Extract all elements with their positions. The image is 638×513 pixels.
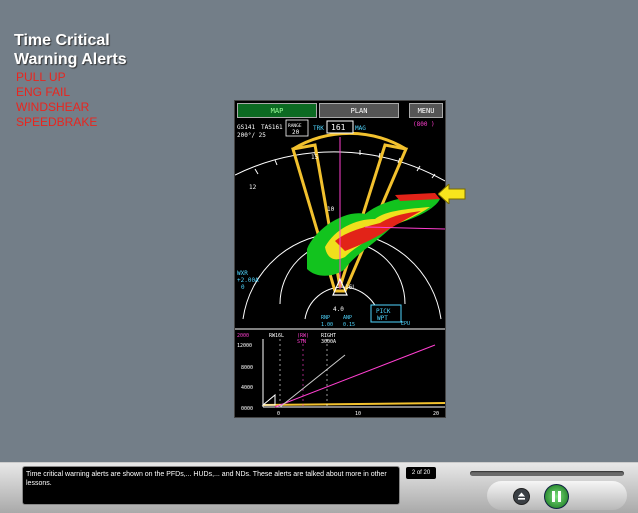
gs-readout: GS141 <box>237 124 255 131</box>
vertical-situation-display <box>261 339 445 408</box>
vsd-dist-10: 10 <box>355 411 361 417</box>
tas-readout: TAS161 <box>261 124 283 131</box>
vsd-alt-4000: 4000 <box>241 385 253 391</box>
wxr-tilt: 0 <box>241 284 245 291</box>
range-value: 20 <box>292 129 300 136</box>
vsd-header-stn: STN <box>297 339 306 345</box>
title-line-1: Time Critical <box>14 32 110 49</box>
alert-speedbrake: SPEEDBRAKE <box>16 115 98 129</box>
range-mark-10: 10 <box>327 206 335 213</box>
anp-label: ANP <box>343 315 352 321</box>
player-controls <box>487 481 627 510</box>
alert-list: PULL UP ENG FAIL WINDSHEAR SPEEDBRAKE <box>16 70 97 130</box>
slide-title: Time Critical Warning Alerts <box>14 31 127 69</box>
navigation-display: MAP PLAN MENU GS141 TAS161 200°/ 25 RANG… <box>234 100 446 418</box>
runway-label: 16L <box>345 284 356 291</box>
heading-readout: 161 <box>331 123 346 132</box>
menu-button[interactable]: MENU <box>409 103 443 118</box>
trk-label: TRK <box>313 125 324 132</box>
tab-plan[interactable]: PLAN <box>319 103 399 118</box>
vsd-header-alt: 2000 <box>237 333 249 339</box>
wxr-label: WXR <box>237 270 248 277</box>
page-counter: 2 of 20 <box>406 467 436 479</box>
rnp-label: RNP <box>321 315 330 321</box>
wxr-gain: +2.00A <box>237 277 259 284</box>
vsd-dist-0: 0 <box>277 411 280 417</box>
anp-value: 0.15 <box>343 322 355 328</box>
caption-text: Time critical warning alerts are shown o… <box>22 466 400 505</box>
alert-windshear: WINDSHEAR <box>16 100 90 114</box>
nd-tab-bar: MAP PLAN MENU <box>235 101 445 119</box>
vsd-header-rw: RW16L <box>269 333 284 339</box>
wind-readout: 200°/ 25 <box>237 132 266 139</box>
vsd-dist-20: 20 <box>433 411 439 417</box>
tab-map[interactable]: MAP <box>237 103 317 118</box>
vsd-alt-8000: 8000 <box>241 365 253 371</box>
epu-label: EPU <box>401 321 410 327</box>
mag-label: MAG <box>355 125 366 132</box>
rnp-value: 1.00 <box>321 322 333 328</box>
progress-track[interactable] <box>470 471 624 476</box>
title-line-2: Warning Alerts <box>14 51 127 68</box>
yellow-callout-arrow-icon <box>438 184 466 204</box>
alert-pull-up: PULL UP <box>16 70 66 84</box>
heading-mark-12: 12 <box>249 184 257 191</box>
alert-eng-fail: ENG FAIL <box>16 85 71 99</box>
vsd-alt-12000: 12000 <box>237 343 252 349</box>
pick-wpt-line-2: WPT <box>377 315 388 322</box>
pause-icon[interactable] <box>544 484 569 509</box>
vsd-header-3000a: 3000A <box>321 339 336 345</box>
eject-icon[interactable] <box>513 488 530 505</box>
pick-wpt-line-1: PICK <box>376 308 391 315</box>
vsd-alt-0000: 0000 <box>241 406 253 412</box>
fpa-value: 4.0 <box>333 306 344 313</box>
nd-map-display: GS141 TAS161 200°/ 25 RANGE 20 TRK 161 M… <box>235 119 445 417</box>
heading-mark-15: 15 <box>311 154 319 161</box>
alt-setting: (800 ) <box>413 121 435 128</box>
